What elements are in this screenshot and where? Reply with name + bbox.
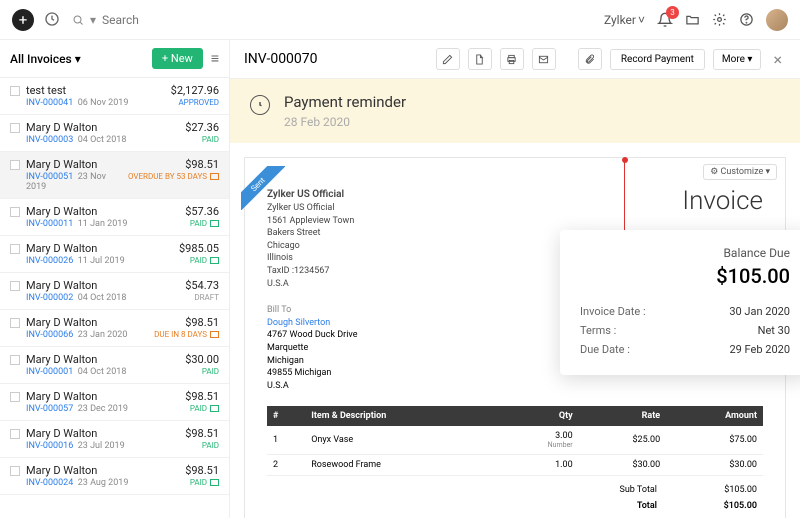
recent-history-icon[interactable] xyxy=(44,11,62,29)
edit-button[interactable] xyxy=(436,48,460,70)
invoice-list-item[interactable]: Mary D Walton INV-000003 04 Oct 2018 $27… xyxy=(0,115,229,152)
org-name: Zylker xyxy=(604,13,636,27)
invoice-list: test test INV-000041 06 Nov 2019 $2,127.… xyxy=(0,78,229,518)
attach-icon xyxy=(584,54,595,65)
search-sep: ▾ xyxy=(90,13,96,27)
totals: Sub Total$105.00 Total$105.00 xyxy=(267,482,763,514)
sent-ribbon: Sent xyxy=(241,166,285,210)
pencil-icon xyxy=(442,54,453,65)
search-input[interactable] xyxy=(102,13,242,27)
close-button[interactable]: × xyxy=(769,50,786,69)
search-wrap: ▾ xyxy=(72,13,594,27)
invoice-list-item[interactable]: Mary D Walton INV-000051 23 Nov 2019 $98… xyxy=(0,152,229,199)
record-payment-button[interactable]: Record Payment xyxy=(610,49,705,70)
invoice-list-item[interactable]: Mary D Walton INV-000057 23 Dec 2019 $98… xyxy=(0,384,229,421)
balance-amount: $105.00 xyxy=(580,264,790,288)
mail-button[interactable] xyxy=(532,48,556,70)
row-checkbox[interactable] xyxy=(10,86,20,96)
list-menu-button[interactable]: ≡ xyxy=(211,50,219,67)
topbar: + ▾ Zylker ˅ 3 xyxy=(0,0,800,40)
invoice-list-item[interactable]: Mary D Walton INV-000011 11 Jan 2019 $57… xyxy=(0,199,229,236)
invoice-detail-pane: INV-000070 Record Payment More ▾ × Payme… xyxy=(230,40,800,518)
folder-button[interactable] xyxy=(685,12,700,27)
invoice-list-item[interactable]: Mary D Walton INV-000016 23 Jul 2019 $98… xyxy=(0,421,229,458)
chevron-down-icon: ˅ xyxy=(638,13,645,27)
notif-badge: 3 xyxy=(666,6,679,19)
mail-sent-icon xyxy=(210,331,219,338)
row-checkbox[interactable] xyxy=(10,392,20,402)
balance-due-callout: Balance Due $105.00 Invoice Date :30 Jan… xyxy=(560,230,800,375)
invoice-number-title: INV-000070 xyxy=(244,51,428,67)
more-menu-button[interactable]: More ▾ xyxy=(713,49,762,70)
pdf-button[interactable] xyxy=(468,48,492,70)
stopwatch-icon xyxy=(250,95,270,115)
reminder-banner: Payment reminder 28 Feb 2020 xyxy=(230,79,800,143)
invoice-list-item[interactable]: test test INV-000041 06 Nov 2019 $2,127.… xyxy=(0,78,229,115)
row-checkbox[interactable] xyxy=(10,281,20,291)
customize-button[interactable]: ⚙ Customize ▾ xyxy=(703,164,777,180)
invoice-list-item[interactable]: Mary D Walton INV-000024 23 Aug 2019 $98… xyxy=(0,458,229,495)
mail-sent-icon xyxy=(210,257,219,264)
row-checkbox[interactable] xyxy=(10,207,20,217)
row-checkbox[interactable] xyxy=(10,244,20,254)
reminder-date: 28 Feb 2020 xyxy=(284,115,406,129)
row-checkbox[interactable] xyxy=(10,318,20,328)
table-row: 2Rosewood Frame1.00$30.00$30.00 xyxy=(267,455,763,476)
invoice-list-item[interactable]: Mary D Walton INV-000026 11 Jul 2019 $98… xyxy=(0,236,229,273)
attach-button[interactable] xyxy=(578,48,602,70)
mail-icon xyxy=(538,54,549,65)
new-invoice-button[interactable]: + New xyxy=(152,48,203,69)
row-checkbox[interactable] xyxy=(10,466,20,476)
mail-sent-icon xyxy=(210,173,219,180)
invoice-list-item[interactable]: Mary D Walton INV-000002 04 Oct 2018 $54… xyxy=(0,273,229,310)
notifications-button[interactable]: 3 xyxy=(657,12,673,28)
help-button[interactable] xyxy=(739,12,754,27)
search-icon xyxy=(72,14,84,26)
folder-icon xyxy=(685,12,700,27)
row-checkbox[interactable] xyxy=(10,123,20,133)
line-items-table: #Item & DescriptionQtyRateAmount 1Onyx V… xyxy=(267,406,763,476)
topbar-right: Zylker ˅ 3 xyxy=(604,9,788,31)
list-filter-dropdown[interactable]: All Invoices ▾ xyxy=(10,52,81,66)
avatar[interactable] xyxy=(766,9,788,31)
invoice-list-sidebar: All Invoices ▾ + New ≡ test test INV-000… xyxy=(0,40,230,518)
print-icon xyxy=(506,54,517,65)
invoice-heading: Invoice xyxy=(682,186,763,216)
file-icon xyxy=(474,54,485,65)
row-checkbox[interactable] xyxy=(10,355,20,365)
row-checkbox[interactable] xyxy=(10,160,20,170)
table-row: 1Onyx Vase3.00Number$25.00$75.00 xyxy=(267,426,763,455)
invoice-list-item[interactable]: Mary D Walton INV-000001 04 Oct 2018 $30… xyxy=(0,347,229,384)
gear-icon xyxy=(712,12,727,27)
invoice-list-item[interactable]: Mary D Walton INV-000066 23 Jan 2020 $98… xyxy=(0,310,229,347)
balance-label: Balance Due xyxy=(580,246,790,260)
callout-dot xyxy=(622,157,628,163)
mail-sent-icon xyxy=(210,479,219,486)
print-button[interactable] xyxy=(500,48,524,70)
row-checkbox[interactable] xyxy=(10,429,20,439)
help-icon xyxy=(739,12,754,27)
mail-sent-icon xyxy=(210,405,219,412)
settings-button[interactable] xyxy=(712,12,727,27)
mail-sent-icon xyxy=(210,220,219,227)
reminder-title: Payment reminder xyxy=(284,93,406,111)
global-add-button[interactable]: + xyxy=(12,9,34,31)
org-switcher[interactable]: Zylker ˅ xyxy=(604,13,645,27)
